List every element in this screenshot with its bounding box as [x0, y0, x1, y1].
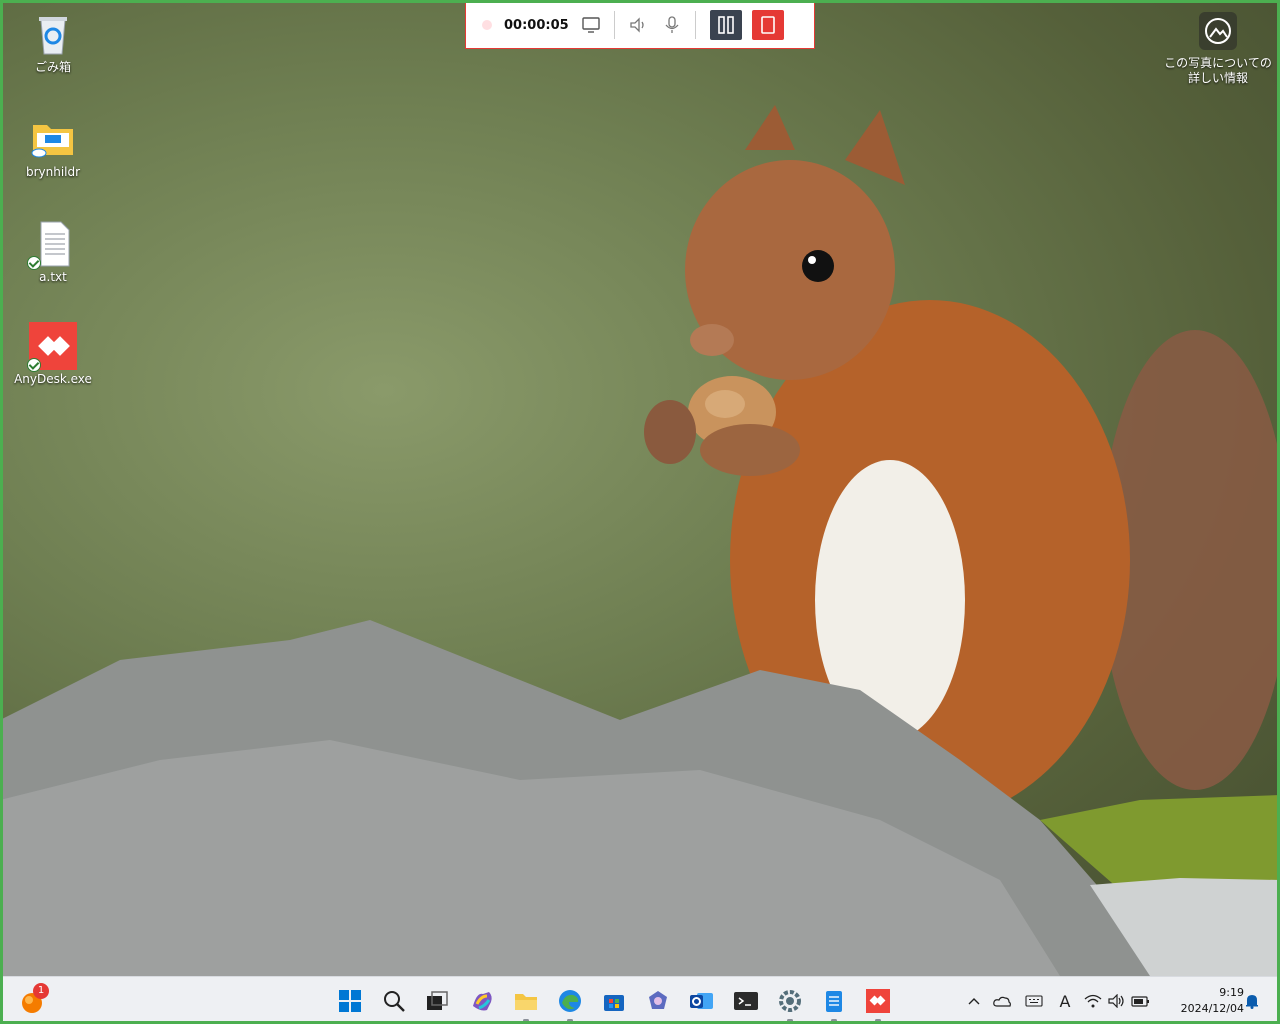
keyboard-icon [1025, 995, 1043, 1007]
running-indicator [523, 1019, 529, 1022]
desktop-icon-brynhildr[interactable]: brynhildr [13, 115, 93, 179]
desktop-icon-recycle-bin[interactable]: ごみ箱 [13, 10, 93, 74]
running-indicator [831, 1019, 837, 1022]
photo-info-icon [1199, 12, 1237, 50]
stop-button[interactable] [752, 10, 784, 40]
task-view-icon [427, 991, 448, 1010]
notification-badge: 1 [33, 983, 49, 999]
anydesk-icon [27, 322, 77, 372]
touch-keyboard-button[interactable] [1018, 995, 1050, 1007]
search-icon [384, 991, 405, 1012]
text-file-icon [27, 220, 77, 270]
notepad-icon [826, 991, 842, 1012]
show-hidden-icons-button[interactable] [962, 996, 986, 1006]
outlook-icon [690, 993, 713, 1009]
pause-icon [718, 16, 734, 34]
battery-button[interactable] [1128, 994, 1154, 1008]
settings-button[interactable] [774, 985, 806, 1022]
copilot-icon [473, 992, 492, 1011]
ime-button[interactable]: A [1050, 992, 1080, 1011]
bell-icon [1246, 995, 1258, 1009]
widgets-button[interactable]: 1 [16, 983, 49, 1017]
notifications-button[interactable] [1244, 993, 1260, 1009]
onedrive-icon [993, 996, 1011, 1007]
desktop-icon-anydesk[interactable]: AnyDesk.exe [13, 322, 93, 386]
desktop-icon-a-txt[interactable]: a.txt [13, 220, 93, 284]
volume-button[interactable] [1106, 994, 1128, 1008]
pause-button[interactable] [710, 10, 742, 40]
store-button[interactable] [598, 985, 630, 1017]
settings-icon [779, 990, 801, 1012]
anydesk-taskbar-button[interactable] [862, 985, 894, 1022]
running-indicator [787, 1019, 793, 1022]
running-indicator [875, 1019, 881, 1022]
desktop-icon-label: AnyDesk.exe [14, 372, 92, 386]
store-icon [604, 995, 624, 1011]
task-view-button[interactable] [421, 985, 453, 1017]
start-icon [339, 990, 361, 1012]
volume-icon [1108, 994, 1124, 1008]
photo-info-label: この写真についての詳しい情報 [1164, 56, 1272, 85]
copilot-button[interactable] [466, 985, 498, 1017]
terminal-icon [734, 992, 758, 1010]
microphone-icon [665, 16, 679, 33]
start-button[interactable] [334, 985, 366, 1017]
microphone-button[interactable] [655, 8, 689, 42]
system-audio-button[interactable] [621, 8, 655, 42]
stop-icon [761, 16, 775, 34]
photos-icon [649, 991, 667, 1009]
speaker-icon [630, 17, 644, 33]
toolbar-divider [695, 11, 696, 39]
taskbar: 1 A 9:19 2024/12/04 [0, 976, 1280, 1024]
terminal-button[interactable] [730, 985, 762, 1017]
search-button[interactable] [378, 985, 410, 1017]
notepad-button[interactable] [818, 985, 850, 1022]
folder-icon [29, 115, 77, 163]
clock-time: 9:19 [1219, 986, 1244, 999]
recycle-bin-icon [29, 10, 77, 58]
sync-check-icon [27, 358, 41, 372]
record-dot-icon [482, 20, 492, 30]
file-explorer-icon [515, 994, 537, 1010]
outlook-button[interactable] [686, 985, 718, 1017]
photos-button[interactable] [642, 985, 674, 1017]
desktop-icon-label: a.txt [39, 270, 67, 284]
running-indicator [567, 1019, 573, 1022]
file-explorer-button[interactable] [510, 985, 542, 1022]
edge-button[interactable] [554, 985, 586, 1022]
battery-icon [1131, 996, 1149, 1007]
squirrel-photo [0, 105, 1280, 976]
toolbar-divider [614, 11, 615, 39]
display-button[interactable] [574, 8, 608, 42]
network-button[interactable] [1080, 994, 1106, 1008]
desktop-wallpaper [0, 0, 1280, 976]
display-icon [582, 17, 600, 33]
wifi-icon [1084, 994, 1102, 1008]
sync-check-icon [27, 256, 41, 270]
clock-date: 2024/12/04 [1180, 1002, 1244, 1015]
onedrive-button[interactable] [986, 995, 1018, 1007]
system-tray: A [962, 977, 1154, 1025]
anydesk-icon [866, 989, 890, 1013]
desktop-icon-label: brynhildr [25, 165, 81, 179]
recording-timer: 00:00:05 [504, 17, 569, 33]
desktop-icon-label: ごみ箱 [34, 60, 71, 74]
photo-info-button[interactable]: この写真についての詳しい情報 [1162, 12, 1274, 86]
edge-icon [559, 990, 581, 1012]
chevron-up-icon [968, 998, 980, 1005]
taskbar-clock[interactable]: 9:19 2024/12/04 [1168, 985, 1244, 1017]
screen-recorder-toolbar: 00:00:05 [465, 1, 815, 49]
